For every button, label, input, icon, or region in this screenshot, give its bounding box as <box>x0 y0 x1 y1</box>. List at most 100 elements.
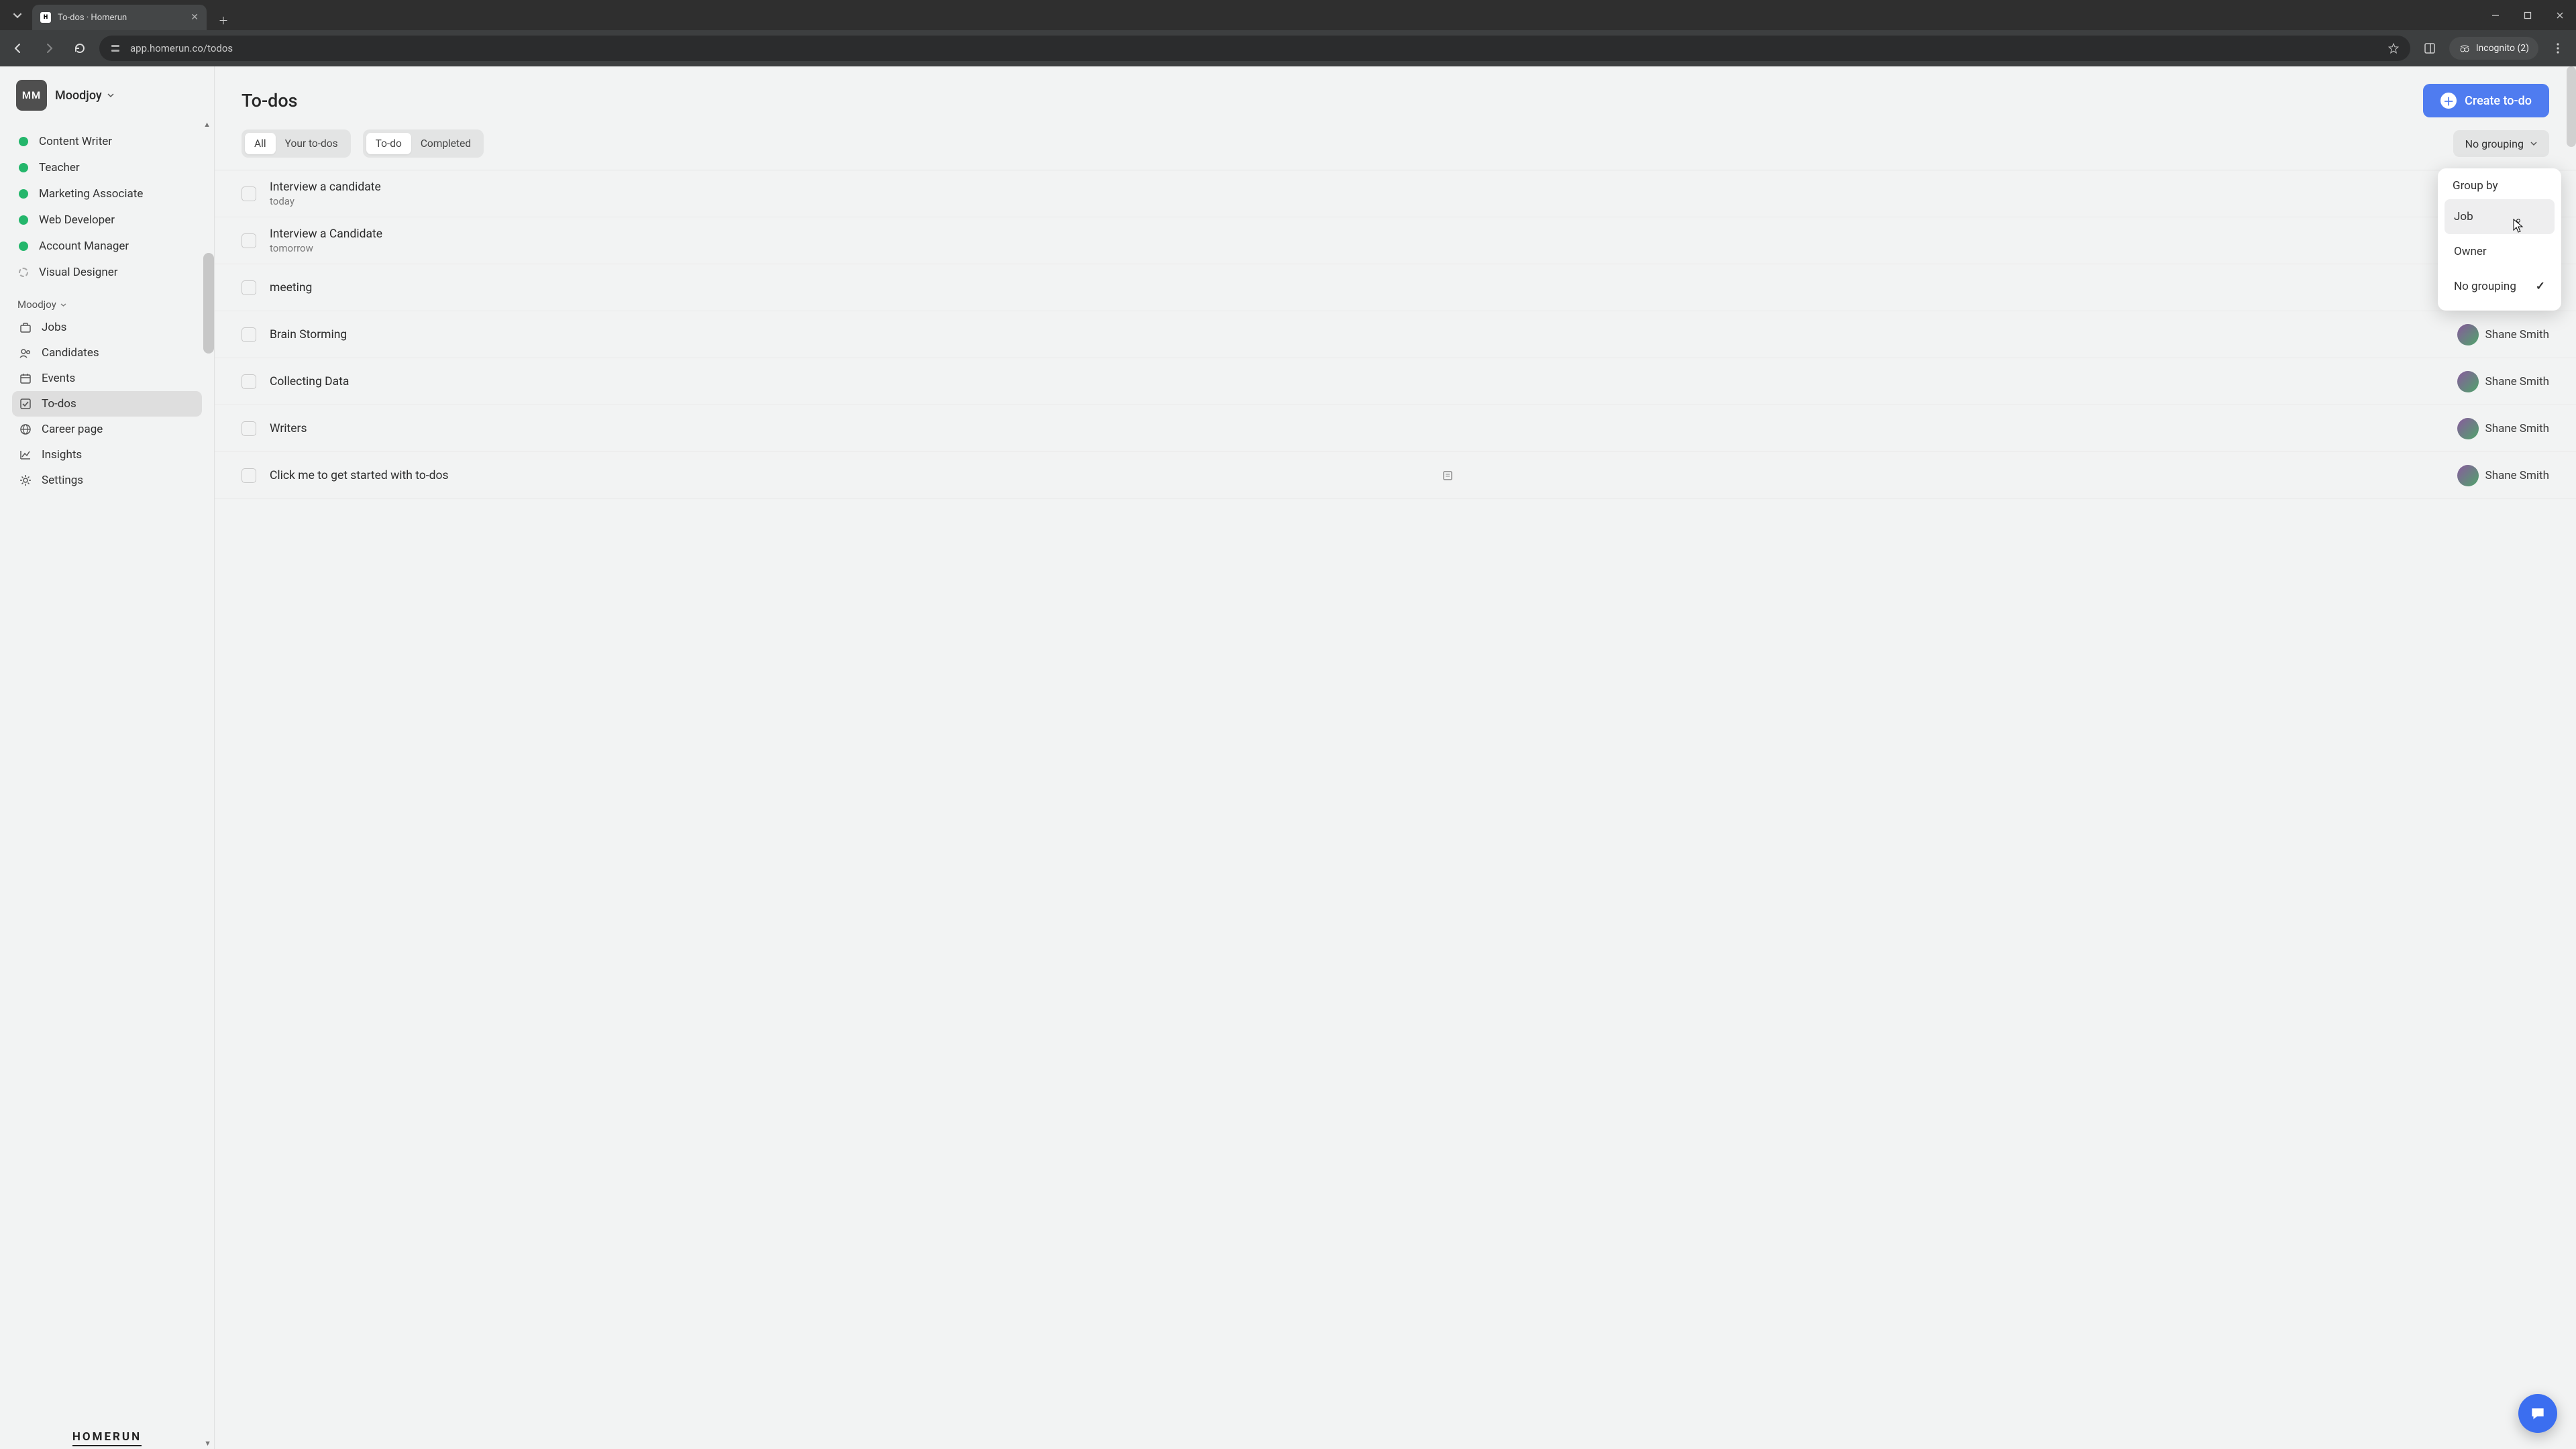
tab-search-button[interactable] <box>5 3 30 28</box>
todo-checkbox[interactable] <box>241 374 256 389</box>
todo-checkbox[interactable] <box>241 186 256 201</box>
todo-checkbox[interactable] <box>241 327 256 342</box>
page-title: To-dos <box>241 90 298 111</box>
sidebar-job-item[interactable]: Teacher <box>12 154 202 180</box>
sidebar-nav-events[interactable]: Events <box>12 366 202 391</box>
todo-row[interactable]: Interview a candidatetoday <box>215 170 2576 217</box>
todo-row[interactable]: Brain Storming Shane Smith <box>215 311 2576 358</box>
assignee-name: Shane Smith <box>2485 328 2549 341</box>
sidebar-job-item[interactable]: Content Writer <box>12 128 202 154</box>
org-name: Moodjoy <box>55 89 102 103</box>
browser-menu-button[interactable] <box>2546 37 2569 60</box>
todo-checkbox[interactable] <box>241 421 256 436</box>
nav-forward-button[interactable] <box>38 37 60 60</box>
page-scrollbar-thumb[interactable] <box>2567 66 2576 147</box>
todo-assignee[interactable]: Shane Smith <box>2457 371 2549 392</box>
sidebar-job-item[interactable]: Account Manager <box>12 233 202 259</box>
globe-icon <box>19 423 32 436</box>
sidebar-nav-insights[interactable]: Insights <box>12 442 202 468</box>
address-bar[interactable]: app.homerun.co/todos <box>99 36 2410 61</box>
window-maximize-button[interactable] <box>2512 2 2544 29</box>
filter-your-todos[interactable]: Your to-dos <box>276 133 347 154</box>
owner-filter-group: All Your to-dos <box>241 129 351 158</box>
sidebar-nav-career-page[interactable]: Career page <box>12 417 202 442</box>
chat-icon <box>2529 1405 2546 1422</box>
mouse-cursor-icon <box>2512 218 2525 234</box>
status-dot-icon <box>19 215 28 225</box>
chevron-down-icon <box>60 302 66 308</box>
bookmark-star-icon[interactable] <box>2387 42 2400 54</box>
job-label: Web Developer <box>39 213 115 227</box>
incognito-label: Incognito (2) <box>2476 43 2529 54</box>
main-content: To-dos ＋ Create to-do All Your to-dos To… <box>215 66 2576 1449</box>
filter-completed[interactable]: Completed <box>411 133 480 154</box>
sidebar-job-item[interactable]: Web Developer <box>12 207 202 233</box>
create-todo-button[interactable]: ＋ Create to-do <box>2423 84 2549 117</box>
check-square-icon <box>19 397 32 411</box>
sidebar-nav-candidates[interactable]: Candidates <box>12 340 202 366</box>
todo-row[interactable]: Interview a Candidatetomorrow <box>215 217 2576 264</box>
todo-title: Brain Storming <box>270 328 347 341</box>
page-scrollbar-track[interactable] <box>2567 66 2576 1449</box>
todo-assignee[interactable]: Shane Smith <box>2457 418 2549 439</box>
grouping-button[interactable]: No grouping <box>2453 130 2549 157</box>
browser-titlebar: H To-dos · Homerun ✕ ＋ <box>0 0 2576 30</box>
new-tab-button[interactable]: ＋ <box>213 10 233 30</box>
status-dot-icon <box>19 189 28 199</box>
todo-checkbox[interactable] <box>241 468 256 483</box>
todo-title: Click me to get started with to-dos <box>270 469 449 482</box>
nav-label: Settings <box>42 474 83 487</box>
filter-todo[interactable]: To-do <box>366 133 411 154</box>
briefcase-icon <box>19 321 32 334</box>
check-icon: ✓ <box>2536 280 2545 293</box>
avatar <box>2457 371 2479 392</box>
tab-favicon: H <box>40 12 51 23</box>
group-option-owner[interactable]: Owner <box>2445 234 2555 269</box>
sidebar-job-item[interactable]: Marketing Associate <box>12 180 202 207</box>
todo-assignee[interactable]: Shane Smith <box>2457 324 2549 345</box>
nav-back-button[interactable] <box>7 37 30 60</box>
browser-toolbar: app.homerun.co/todos Incognito (2) <box>0 30 2576 66</box>
tab-close-icon[interactable]: ✕ <box>191 12 199 23</box>
org-switcher[interactable]: MM Moodjoy <box>0 66 214 119</box>
scroll-up-arrow[interactable]: ▲ <box>203 120 211 129</box>
sidebar-nav-jobs[interactable]: Jobs <box>12 315 202 340</box>
chart-icon <box>19 448 32 462</box>
sidebar-job-item[interactable]: Visual Designer <box>12 259 202 285</box>
assignee-name: Shane Smith <box>2485 422 2549 435</box>
side-panel-button[interactable] <box>2418 37 2441 60</box>
people-icon <box>19 346 32 360</box>
group-option-job[interactable]: Job <box>2445 199 2555 234</box>
todo-due: tomorrow <box>270 242 382 254</box>
nav-label: Career page <box>42 423 103 436</box>
todo-title: Writers <box>270 422 307 435</box>
site-settings-icon[interactable] <box>110 43 121 54</box>
todo-row[interactable]: Collecting DataShane Smith <box>215 358 2576 405</box>
scroll-down-arrow[interactable]: ▼ <box>204 1439 211 1448</box>
nav-label: To-dos <box>42 397 76 411</box>
window-minimize-button[interactable] <box>2479 2 2512 29</box>
todo-checkbox[interactable] <box>241 280 256 295</box>
sidebar-section-toggle[interactable]: Moodjoy <box>12 299 202 315</box>
status-filter-group: To-do Completed <box>363 129 484 158</box>
browser-tab[interactable]: H To-dos · Homerun ✕ <box>32 5 207 30</box>
group-option-no-grouping[interactable]: No grouping✓ <box>2445 269 2555 304</box>
incognito-indicator[interactable]: Incognito (2) <box>2449 37 2538 60</box>
todo-checkbox[interactable] <box>241 233 256 248</box>
todo-assignee[interactable]: Shane Smith <box>2457 465 2549 486</box>
dropdown-heading: Group by <box>2445 179 2555 199</box>
nav-reload-button[interactable] <box>68 37 91 60</box>
chat-launcher-button[interactable] <box>2518 1394 2557 1433</box>
todo-row[interactable]: Writers Shane Smith <box>215 405 2576 452</box>
sidebar-nav-to-dos[interactable]: To-dos <box>12 391 202 417</box>
sidebar-scrollbar-thumb[interactable] <box>203 253 214 354</box>
chevron-down-icon <box>107 92 114 99</box>
todo-row[interactable]: Click me to get started with to-dos Shane… <box>215 452 2576 499</box>
filter-all[interactable]: All <box>245 133 276 154</box>
todo-row[interactable]: meeting <box>215 264 2576 311</box>
window-close-button[interactable] <box>2544 2 2576 29</box>
sidebar-nav-settings[interactable]: Settings <box>12 468 202 493</box>
todo-due: today <box>270 195 381 207</box>
app-viewport: MM Moodjoy ▲ Content WriterTeacherMarket… <box>0 66 2576 1449</box>
avatar <box>2457 324 2479 345</box>
